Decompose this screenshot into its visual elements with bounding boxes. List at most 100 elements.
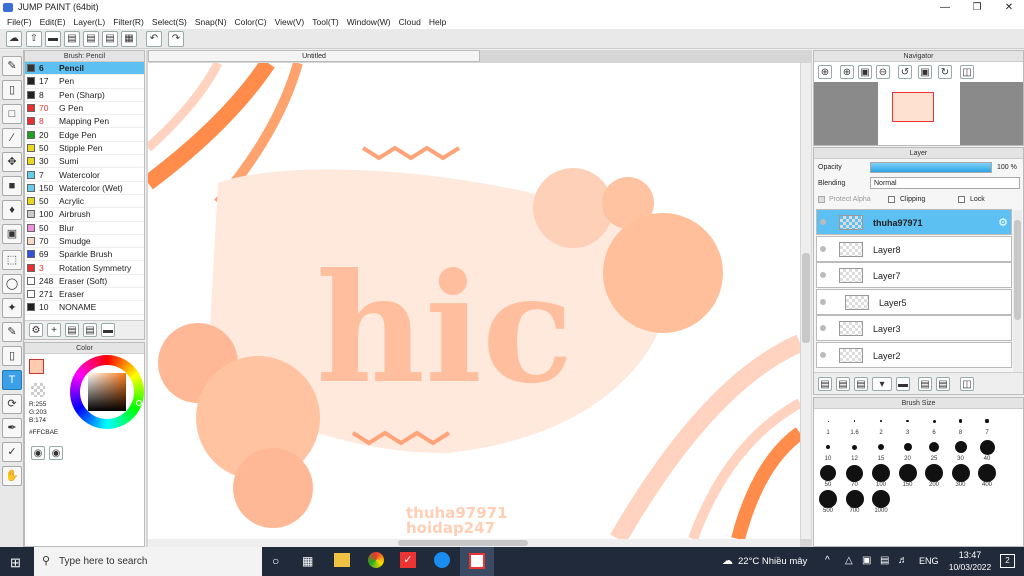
brush-page-icon[interactable]: ▤: [83, 323, 97, 337]
opacity-slider[interactable]: [870, 162, 992, 173]
windows-start-icon[interactable]: ⊞: [10, 555, 21, 571]
minimize-icon[interactable]: —: [930, 0, 960, 15]
chrome-icon[interactable]: [368, 552, 384, 568]
horizontal-scroll-thumb[interactable]: [398, 540, 528, 546]
brush-size-option[interactable]: 6: [922, 412, 946, 438]
brush-size-option[interactable]: 2: [869, 412, 893, 438]
menu-color[interactable]: Color(C): [231, 15, 271, 29]
brush-item[interactable]: 50 Acrylic: [25, 195, 144, 209]
actual-size-icon[interactable]: ⊖: [876, 65, 890, 79]
tray-app-icon[interactable]: △: [845, 555, 853, 566]
brush-item[interactable]: 50 Stipple Pen: [25, 142, 144, 156]
brush-size-option[interactable]: 25: [922, 438, 946, 464]
lock-checkbox[interactable]: [958, 196, 965, 203]
page-icon[interactable]: ▤: [102, 31, 118, 47]
brush-size-option[interactable]: 200: [922, 464, 946, 490]
menu-tool[interactable]: Tool(T): [308, 15, 342, 29]
brush-item[interactable]: 271 Eraser: [25, 288, 144, 302]
brush-item[interactable]: 100 Airbrush: [25, 208, 144, 222]
brush-size-option[interactable]: 10: [816, 438, 840, 464]
undo-icon[interactable]: ↶: [146, 31, 162, 47]
visibility-eye-icon[interactable]: [820, 352, 826, 358]
new-folder-icon[interactable]: ▬: [896, 377, 910, 391]
file-explorer-icon[interactable]: [334, 553, 350, 567]
volume-icon[interactable]: ♬: [898, 555, 908, 566]
zalo-icon[interactable]: [434, 552, 450, 568]
brush-folder-icon[interactable]: ▬: [101, 323, 115, 337]
vertical-scrollbar[interactable]: [801, 63, 811, 539]
brush-size-option[interactable]: 20: [896, 438, 920, 464]
lasso-tool-icon[interactable]: ◯: [2, 274, 22, 294]
brush-item[interactable]: 6 Pencil: [25, 62, 144, 76]
palette-icon[interactable]: ◉: [31, 446, 45, 460]
brush-item[interactable]: 7 Watercolor: [25, 168, 144, 182]
eyedropper-tool-icon[interactable]: ✓: [2, 442, 22, 462]
brush-size-option[interactable]: 1: [816, 412, 840, 438]
select-pen-tool-icon[interactable]: ✎: [2, 322, 22, 342]
tray-icon-2[interactable]: ▣: [862, 555, 871, 566]
move-tool-icon[interactable]: ✥: [2, 152, 22, 172]
merge-down-icon[interactable]: ▤: [918, 377, 932, 391]
brush-item[interactable]: 8 Pen (Sharp): [25, 89, 144, 102]
zoom-out-icon[interactable]: ⊕: [840, 65, 854, 79]
task-view-icon[interactable]: ▦: [302, 554, 313, 568]
brush-size-option[interactable]: 300: [949, 464, 973, 490]
menu-snap[interactable]: Snap(N): [191, 15, 231, 29]
brush-item[interactable]: 69 Sparkle Brush: [25, 248, 144, 262]
merge-visible-icon[interactable]: ▤: [936, 377, 950, 391]
brush-size-option[interactable]: 8: [949, 412, 973, 438]
layer-row[interactable]: Layer3: [816, 315, 1012, 342]
menu-layer[interactable]: Layer(L): [70, 15, 110, 29]
jump-paint-taskbar-icon[interactable]: [460, 547, 494, 576]
brush-size-option[interactable]: 40: [975, 438, 999, 464]
transparent-color-swatch[interactable]: [31, 383, 45, 397]
brush-size-option[interactable]: 1000: [869, 490, 893, 516]
brush-size-option[interactable]: 50: [816, 464, 840, 490]
blending-select[interactable]: Normal: [870, 177, 1020, 189]
visibility-eye-icon[interactable]: [820, 298, 826, 305]
menu-file[interactable]: File(F): [3, 15, 36, 29]
magic-wand-tool-icon[interactable]: ✦: [2, 298, 22, 318]
visibility-eye-icon[interactable]: [820, 245, 826, 252]
layer-scroll-thumb[interactable]: [1014, 220, 1021, 320]
pen-tool-icon[interactable]: ✒: [2, 418, 22, 438]
message-icon[interactable]: ▤: [64, 31, 80, 47]
visibility-eye-icon[interactable]: [820, 325, 826, 332]
select-rect-tool-icon[interactable]: ⬚: [2, 250, 22, 270]
rectangle-tool-icon[interactable]: □: [2, 104, 22, 124]
fill-rect-tool-icon[interactable]: ■: [2, 176, 22, 196]
clock-date[interactable]: 10/03/2022: [942, 562, 998, 572]
layer-row[interactable]: Layer7: [816, 262, 1012, 289]
weather-text[interactable]: 22°C Nhiều mây: [738, 556, 807, 567]
delete-layer-icon[interactable]: ◫: [960, 377, 974, 391]
duplicate-layer-icon[interactable]: ▤: [854, 377, 868, 391]
brush-new-icon[interactable]: +: [47, 323, 61, 337]
brush-size-option[interactable]: 7: [975, 412, 999, 438]
brush-size-option[interactable]: 12: [843, 438, 867, 464]
brush-size-option[interactable]: 30: [949, 438, 973, 464]
menu-help[interactable]: Help: [425, 15, 450, 29]
brush-item[interactable]: 30 Sumi: [25, 155, 144, 169]
gradient-tool-icon[interactable]: ▣: [2, 224, 22, 244]
brush-size-option[interactable]: 15: [869, 438, 893, 464]
brush-item[interactable]: 248 Eraser (Soft): [25, 275, 144, 289]
language-indicator[interactable]: ENG: [919, 556, 939, 566]
text-tool-icon[interactable]: T: [2, 370, 22, 390]
brush-size-option[interactable]: 3: [896, 412, 920, 438]
menu-select[interactable]: Select(S): [148, 15, 191, 29]
layer-list-scrollbar[interactable]: [1013, 210, 1022, 372]
fit-icon[interactable]: ▣: [858, 65, 872, 79]
brush-item[interactable]: 70 Smudge: [25, 235, 144, 249]
select-eraser-tool-icon[interactable]: ▯: [2, 346, 22, 366]
eraser-tool-icon[interactable]: ▯: [2, 80, 22, 100]
brush-item[interactable]: 3 Rotation Symmetry: [25, 261, 144, 275]
document-tab[interactable]: Untitled: [148, 50, 480, 62]
layer-settings-icon[interactable]: ⚙: [998, 216, 1008, 229]
brush-item[interactable]: 150 Watercolor (Wet): [25, 182, 144, 195]
foreground-color-swatch[interactable]: [29, 359, 44, 374]
brush-item[interactable]: 8 Mapping Pen: [25, 115, 144, 129]
vertical-scroll-thumb[interactable]: [802, 253, 810, 343]
brush-size-option[interactable]: 150: [896, 464, 920, 490]
horizontal-scrollbar[interactable]: [148, 539, 800, 547]
weather-icon[interactable]: ☁: [722, 554, 733, 567]
